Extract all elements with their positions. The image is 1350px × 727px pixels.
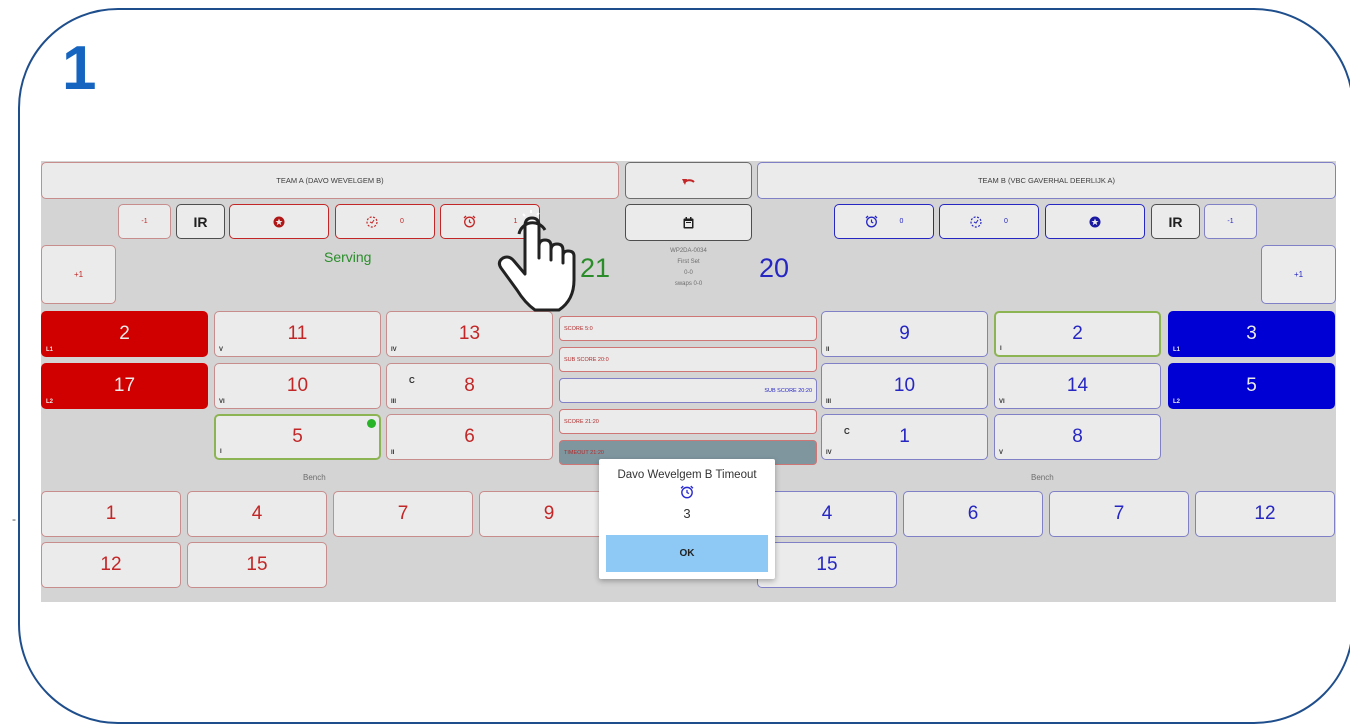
ok-button[interactable]: OK: [606, 535, 768, 572]
pointer-hand-icon: [495, 208, 590, 323]
side-mark: -: [12, 512, 16, 526]
step-number: 1: [62, 34, 97, 103]
dialog-alarm-icon-wrap: [599, 485, 775, 504]
dialog-count: 3: [683, 506, 691, 521]
dialog-title: Davo Wevelgem B Timeout: [617, 469, 757, 481]
alarm-icon: [680, 485, 694, 499]
timeout-dialog: Davo Wevelgem B Timeout 3 OK: [599, 459, 775, 579]
